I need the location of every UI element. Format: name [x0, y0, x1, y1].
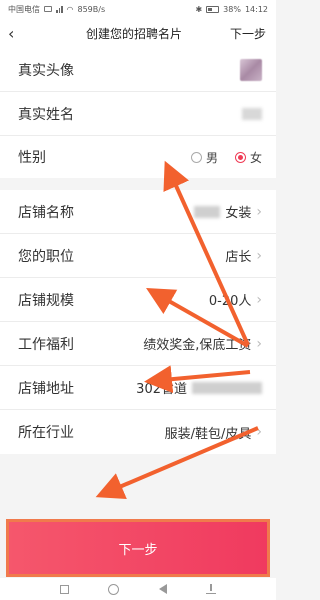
back-triangle-icon[interactable] [158, 584, 167, 594]
store-name-value: 女装 [225, 206, 252, 221]
gender-row: 性别 男 女 [0, 136, 276, 178]
welfare-value: 绩效奖金,保底工资 [143, 338, 252, 353]
chevron-right-icon: › [256, 247, 262, 264]
section-divider [0, 178, 276, 190]
chevron-right-icon: › [256, 335, 262, 352]
next-step-button[interactable]: 下一步 [6, 519, 270, 577]
chevron-right-icon: › [256, 291, 262, 308]
position-row[interactable]: 您的职位 店长 › [0, 234, 276, 278]
radio-checked-icon [234, 151, 246, 163]
sim-icon [44, 6, 52, 12]
header-next-button[interactable]: 下一步 [230, 25, 266, 42]
name-row[interactable]: 真实姓名 [0, 92, 276, 136]
welfare-row[interactable]: 工作福利 绩效奖金,保底工资 › [0, 322, 276, 366]
address-row[interactable]: 店铺地址 302省道 [0, 366, 276, 410]
gender-label: 性别 [18, 150, 46, 166]
address-blurred [192, 381, 262, 394]
avatar[interactable] [240, 58, 262, 81]
page-title: 创建您的招聘名片 [85, 26, 182, 41]
industry-row[interactable]: 所在行业 服装/鞋包/皮具 › [0, 410, 276, 454]
name-label: 真实姓名 [18, 106, 74, 123]
position-label: 您的职位 [18, 248, 74, 265]
wifi-icon: ◠ [66, 4, 74, 14]
welfare-label: 工作福利 [18, 336, 74, 353]
chevron-right-icon: › [256, 203, 262, 220]
industry-label: 所在行业 [18, 425, 74, 441]
gender-female-radio[interactable]: 女 [234, 149, 262, 166]
position-value: 店长 [225, 250, 252, 265]
address-value: 302省道 [136, 382, 187, 397]
signal-icon [56, 5, 63, 13]
avatar-row[interactable]: 真实头像 [0, 48, 276, 92]
system-nav-bar [0, 578, 276, 600]
store-size-label: 店铺规模 [18, 292, 74, 309]
battery-percent: 38% [223, 4, 241, 14]
address-label: 店铺地址 [18, 380, 74, 397]
store-info-section: 店铺名称 女装 › 您的职位 店长 › 店铺规模 0-20人 › 工作福利 绩效奖金,… [0, 190, 276, 454]
header-bar: ‹ 创建您的招聘名片 下一步 [0, 18, 276, 48]
carrier-text: 中国电信 [8, 4, 40, 14]
back-button[interactable]: ‹ [8, 24, 38, 43]
store-name-row[interactable]: 店铺名称 女装 › [0, 190, 276, 234]
name-value-blurred [242, 107, 262, 120]
chevron-right-icon: › [256, 424, 262, 440]
store-size-row[interactable]: 店铺规模 0-20人 › [0, 278, 276, 322]
home-icon[interactable] [108, 583, 120, 595]
store-name-blurred [194, 205, 221, 218]
avatar-label: 真实头像 [18, 62, 74, 79]
network-speed: 859B/s [77, 4, 106, 14]
radio-icon [190, 151, 202, 163]
chevron-left-icon: ‹ [8, 23, 15, 43]
clock: 14:12 [244, 4, 268, 14]
gender-male-radio[interactable]: 男 [190, 149, 218, 166]
status-bar: 中国电信 ◠ 859B/s ✱ 38% 14:12 [0, 0, 276, 18]
personal-info-section: 真实头像 真实姓名 性别 男 女 [0, 48, 276, 178]
industry-value: 服装/鞋包/皮具 [164, 426, 252, 442]
recent-apps-icon[interactable] [59, 584, 69, 594]
store-name-label: 店铺名称 [18, 204, 74, 221]
bluetooth-icon: ✱ [195, 4, 203, 14]
battery-icon [206, 5, 220, 13]
store-size-value: 0-20人 [208, 294, 252, 309]
download-icon[interactable] [206, 584, 217, 594]
